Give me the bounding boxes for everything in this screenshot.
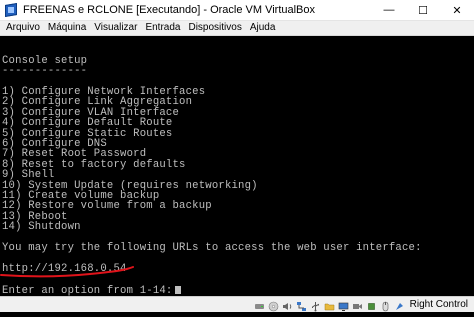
audio-icon[interactable] xyxy=(282,299,293,310)
network-icon[interactable] xyxy=(296,299,307,311)
menu-ajuda[interactable]: Ajuda xyxy=(246,21,280,35)
text-cursor xyxy=(174,286,181,294)
console-url-intro: You may try the following URLs to access… xyxy=(2,242,422,254)
window-controls: — ☐ ✕ xyxy=(372,0,474,20)
hard-disk-icon[interactable] xyxy=(254,299,265,310)
console-option: 4) Configure Default Route xyxy=(2,117,173,130)
minimize-button[interactable]: — xyxy=(372,0,406,20)
menu-dispositivos[interactable]: Dispositivos xyxy=(184,21,245,35)
optical-drive-icon[interactable] xyxy=(268,299,279,312)
menu-visualizar[interactable]: Visualizar xyxy=(90,21,141,35)
menu-bar: Arquivo Máquina Visualizar Entrada Dispo… xyxy=(0,21,474,36)
shared-folder-icon[interactable] xyxy=(324,299,335,311)
window-titlebar[interactable]: FREENAS e RCLONE [Executando] - Oracle V… xyxy=(0,0,474,21)
window-title: FREENAS e RCLONE [Executando] - Oracle V… xyxy=(23,4,316,16)
display-icon[interactable] xyxy=(338,299,349,311)
red-underline-annotation xyxy=(0,266,134,278)
console-option: 2) Configure Link Aggregation xyxy=(2,96,193,109)
status-bar: Right Control xyxy=(0,296,474,312)
menu-entrada[interactable]: Entrada xyxy=(141,21,184,35)
host-key-label[interactable]: Right Control xyxy=(410,299,468,310)
console-prompt-line: Enter an option from 1-14: xyxy=(2,286,181,296)
console-heading-rule: ------------- xyxy=(2,65,88,77)
mouse-integration-icon[interactable] xyxy=(380,299,391,312)
console-option: 12) Restore volume from a backup xyxy=(2,200,212,213)
menu-maquina[interactable]: Máquina xyxy=(44,21,90,35)
console-option: 14) Shutdown xyxy=(2,221,81,234)
usb-icon[interactable] xyxy=(310,299,321,312)
console-option: 9) Shell xyxy=(2,169,55,182)
keyboard-icon[interactable] xyxy=(394,299,405,310)
console-prompt: Enter an option from 1-14: xyxy=(2,285,173,296)
console-option: 7) Reset Root Password xyxy=(2,148,147,161)
virtualbox-logo-icon xyxy=(4,2,18,18)
recording-icon[interactable] xyxy=(352,299,363,310)
menu-arquivo[interactable]: Arquivo xyxy=(0,21,44,35)
guest-console-screen[interactable]: Console setup ------------- 1) Configure… xyxy=(0,36,474,296)
maximize-button[interactable]: ☐ xyxy=(406,0,440,20)
cpu-icon[interactable] xyxy=(366,299,377,310)
close-button[interactable]: ✕ xyxy=(440,0,474,20)
